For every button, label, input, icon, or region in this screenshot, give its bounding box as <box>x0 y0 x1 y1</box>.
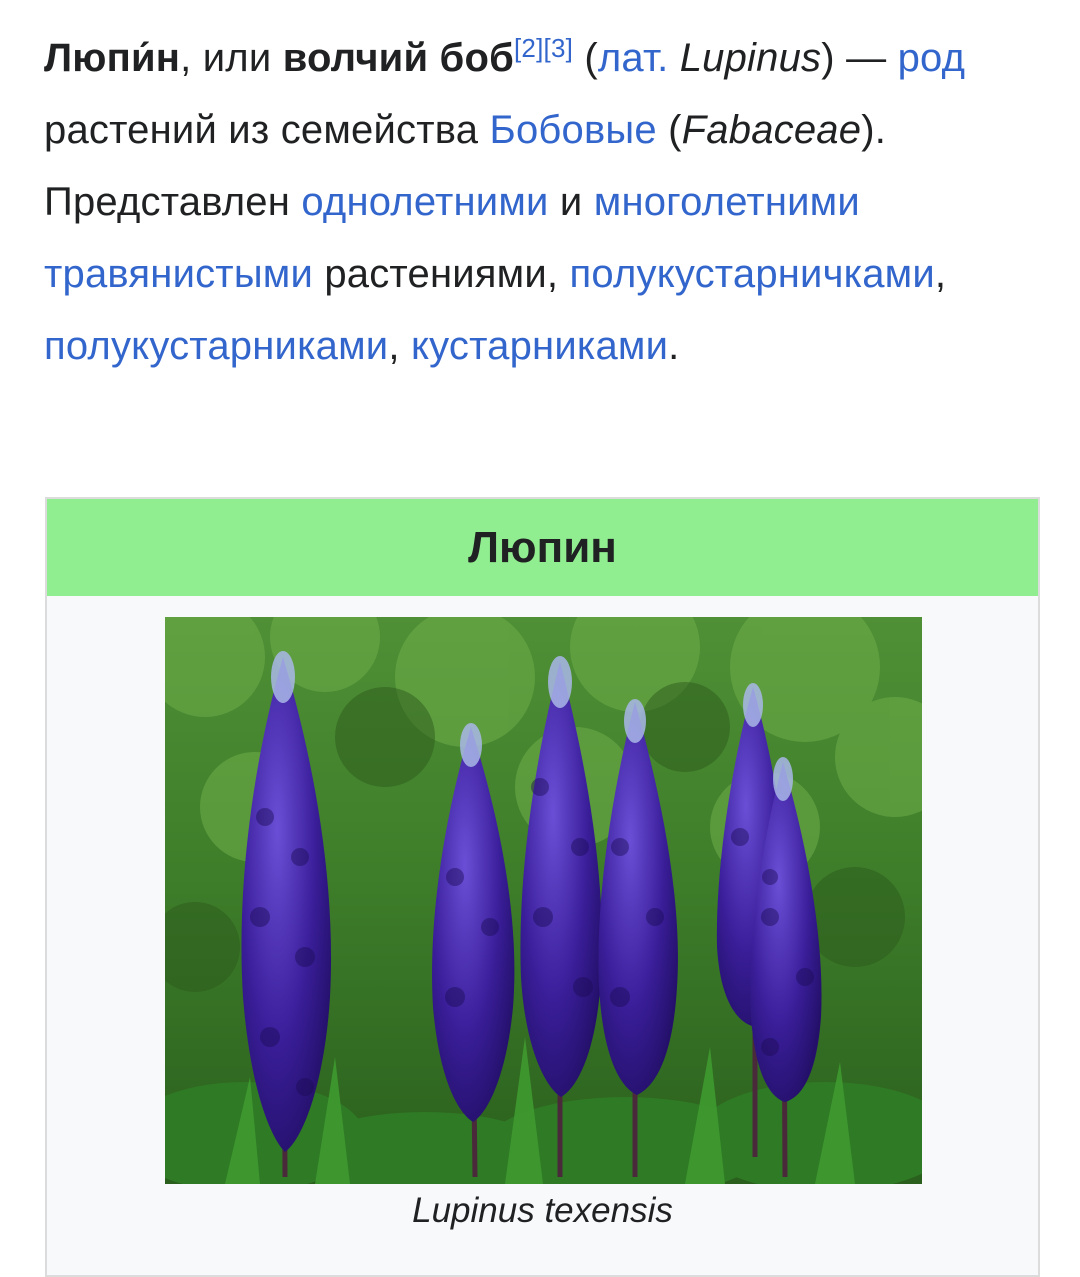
latin-language-link[interactable]: лат. <box>598 36 669 80</box>
herbaceous-link[interactable]: травянистыми <box>44 252 313 296</box>
lat-close: ) — <box>821 36 898 80</box>
lat-open-paren: ( <box>573 36 598 80</box>
latin-name: Lupinus <box>679 36 822 80</box>
text-family: растений из семейства <box>44 108 490 152</box>
shrub-link[interactable]: кустарниками <box>411 324 668 368</box>
intro-text-or: , или <box>180 36 283 80</box>
period: . <box>668 324 680 368</box>
subshrub-link[interactable]: полукустарниками <box>44 324 388 368</box>
infobox: Люпин Lupinus texensis <box>45 497 1040 1277</box>
article-intro-paragraph: Люпи́н, или волчий боб[2][3] (лат. Lupin… <box>44 22 1044 382</box>
perennial-link[interactable]: многолетними <box>594 180 860 224</box>
family-close-paren: ). <box>861 108 887 152</box>
text-plants: растениями, <box>313 252 570 296</box>
article-title-word: Люпи́н <box>44 36 181 80</box>
annual-link[interactable]: однолетними <box>301 180 548 224</box>
family-latin-name: Fabaceae <box>681 108 862 152</box>
family-link[interactable]: Бобовые <box>490 108 657 152</box>
lupine-photo[interactable] <box>165 617 922 1184</box>
image-caption: Lupinus texensis <box>412 1191 673 1230</box>
text-represented: Представлен <box>44 180 302 224</box>
reference-2-link[interactable]: [2] <box>514 33 544 63</box>
lat-space <box>668 36 679 80</box>
reference-3-link[interactable]: [3] <box>544 33 574 63</box>
text-and: и <box>548 180 594 224</box>
comma-space: , <box>934 252 947 296</box>
family-open-paren: ( <box>656 108 682 152</box>
genus-link[interactable]: род <box>898 36 966 80</box>
alt-name: волчий боб <box>282 36 514 80</box>
subshrublet-link[interactable]: полукустарничками <box>570 252 935 296</box>
comma-space-2: , <box>388 324 411 368</box>
lupine-photo-illustration <box>165 617 922 1184</box>
infobox-header: Люпин <box>47 499 1038 596</box>
